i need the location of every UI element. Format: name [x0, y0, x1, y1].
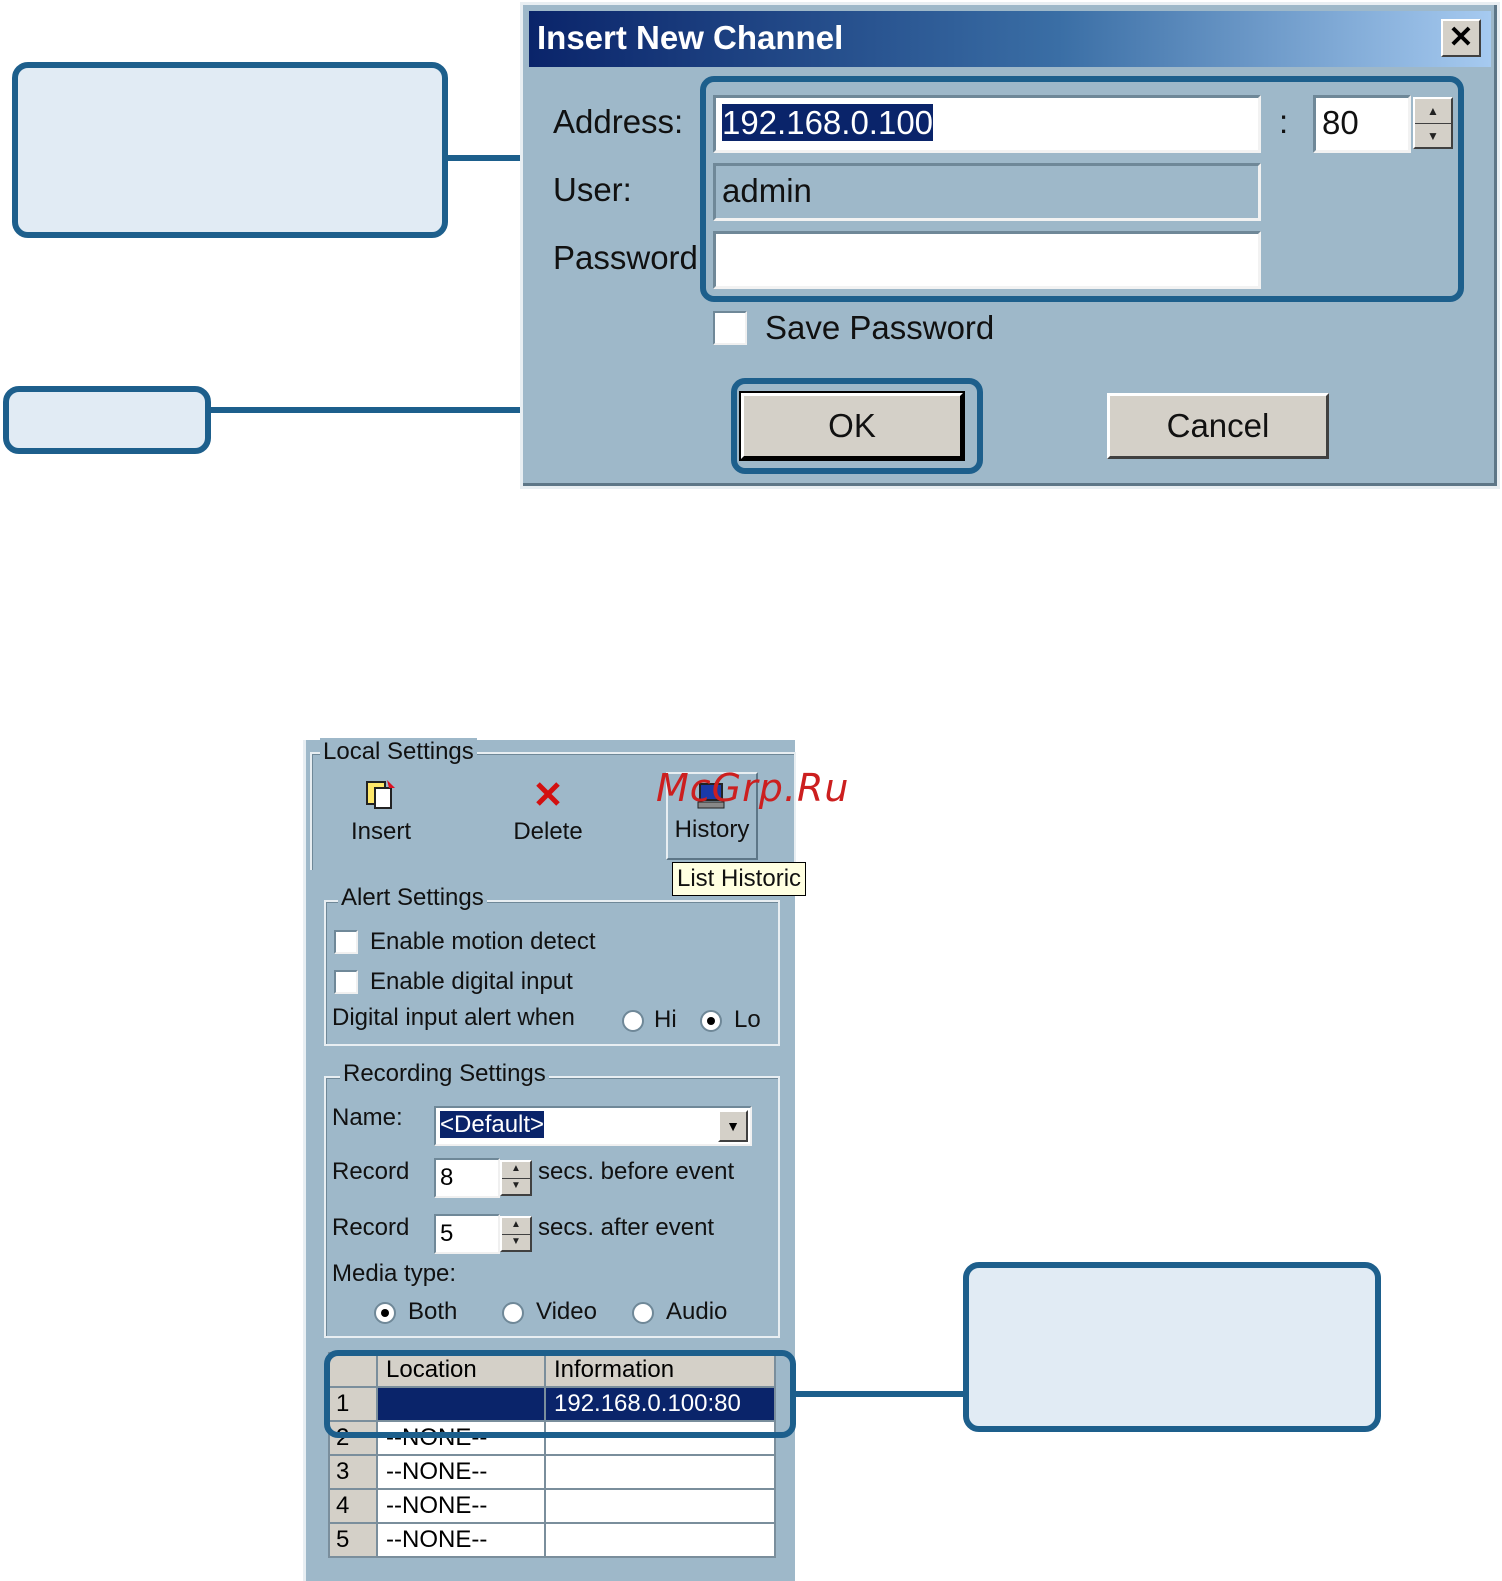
table-row[interactable]: 5 --NONE--	[328, 1522, 776, 1558]
information-cell[interactable]	[544, 1488, 776, 1524]
local-settings-title: Local Settings	[320, 738, 477, 766]
location-cell[interactable]: --NONE--	[376, 1454, 546, 1490]
hi-label: Hi	[654, 1006, 677, 1033]
media-video-radio[interactable]	[502, 1302, 524, 1324]
media-both-label: Both	[408, 1298, 458, 1325]
alert-when-label: Digital input alert when	[332, 1004, 575, 1031]
information-cell[interactable]	[544, 1454, 776, 1490]
after-suffix: secs. after event	[538, 1214, 715, 1241]
motion-detect-label: Enable motion detect	[370, 928, 596, 955]
hi-radio[interactable]	[622, 1010, 644, 1032]
spin-down-icon[interactable]: ▼	[502, 1235, 530, 1251]
lo-radio[interactable]	[700, 1010, 722, 1032]
record-before-field[interactable]: 8	[434, 1158, 500, 1198]
local-settings-panel: Local Settings Insert Delete History Lis…	[303, 738, 807, 1581]
address-label: Address:	[553, 103, 684, 140]
record-before-label: Record	[332, 1158, 410, 1185]
save-password-label: Save Password	[765, 309, 995, 346]
row-number[interactable]: 5	[328, 1522, 378, 1558]
callout-box-credentials	[12, 62, 448, 238]
table-row[interactable]: 3 --NONE--	[328, 1454, 776, 1490]
delete-toolbar-button[interactable]: Delete	[506, 776, 590, 856]
digital-input-checkbox[interactable]	[334, 970, 358, 994]
recording-settings-title: Recording Settings	[340, 1060, 549, 1088]
callout-box-table	[963, 1262, 1381, 1432]
media-both-radio[interactable]	[374, 1302, 396, 1324]
alert-settings-title: Alert Settings	[338, 884, 487, 912]
delete-icon	[536, 782, 560, 806]
insert-toolbar-button[interactable]: Insert	[346, 776, 416, 856]
record-after-label: Record	[332, 1214, 410, 1241]
record-after-stepper[interactable]: ▲ ▼	[500, 1216, 532, 1252]
insert-label: Insert	[350, 818, 412, 845]
media-type-label: Media type:	[332, 1260, 457, 1287]
digital-input-label: Enable digital input	[370, 968, 573, 995]
save-password-checkbox[interactable]	[713, 311, 747, 345]
media-audio-label: Audio	[666, 1298, 728, 1325]
callout-line-table	[790, 1391, 966, 1397]
insert-icon	[366, 780, 395, 809]
highlight-table-row	[324, 1350, 796, 1438]
name-label: Name:	[332, 1104, 403, 1131]
row-number[interactable]: 4	[328, 1488, 378, 1524]
spin-down-icon[interactable]: ▼	[502, 1179, 530, 1195]
chevron-down-icon[interactable]: ▼	[718, 1110, 748, 1142]
user-label: User:	[553, 171, 632, 208]
media-video-label: Video	[536, 1298, 597, 1325]
information-cell[interactable]	[544, 1522, 776, 1558]
lo-label: Lo	[734, 1006, 761, 1033]
cancel-button[interactable]: Cancel	[1107, 393, 1329, 459]
delete-label: Delete	[513, 818, 583, 845]
recording-name-value: <Default>	[440, 1111, 545, 1138]
location-cell[interactable]: --NONE--	[376, 1522, 546, 1558]
location-cell[interactable]: --NONE--	[376, 1488, 546, 1524]
media-audio-radio[interactable]	[632, 1302, 654, 1324]
password-label: Password:	[553, 239, 708, 276]
tooltip-text: List Historic	[677, 865, 802, 892]
watermark: McGrp.Ru	[656, 766, 850, 810]
motion-detect-checkbox[interactable]	[334, 930, 358, 954]
close-icon[interactable]: ✕	[1441, 19, 1481, 57]
recording-name-select[interactable]: <Default> ▼	[434, 1106, 752, 1146]
list-historic-tooltip: List Historic	[672, 862, 807, 896]
callout-box-ok	[3, 386, 211, 454]
before-suffix: secs. before event	[538, 1158, 735, 1185]
history-label: History	[674, 816, 750, 843]
spin-up-icon[interactable]: ▲	[502, 1218, 530, 1235]
highlight-credentials	[700, 76, 1464, 302]
highlight-ok	[731, 378, 983, 474]
dialog-titlebar[interactable]: Insert New Channel ✕	[529, 11, 1491, 67]
record-before-stepper[interactable]: ▲ ▼	[500, 1160, 532, 1196]
record-after-field[interactable]: 5	[434, 1214, 500, 1254]
row-number[interactable]: 3	[328, 1454, 378, 1490]
spin-up-icon[interactable]: ▲	[502, 1162, 530, 1179]
dialog-title: Insert New Channel	[537, 19, 844, 56]
table-row[interactable]: 4 --NONE--	[328, 1488, 776, 1524]
